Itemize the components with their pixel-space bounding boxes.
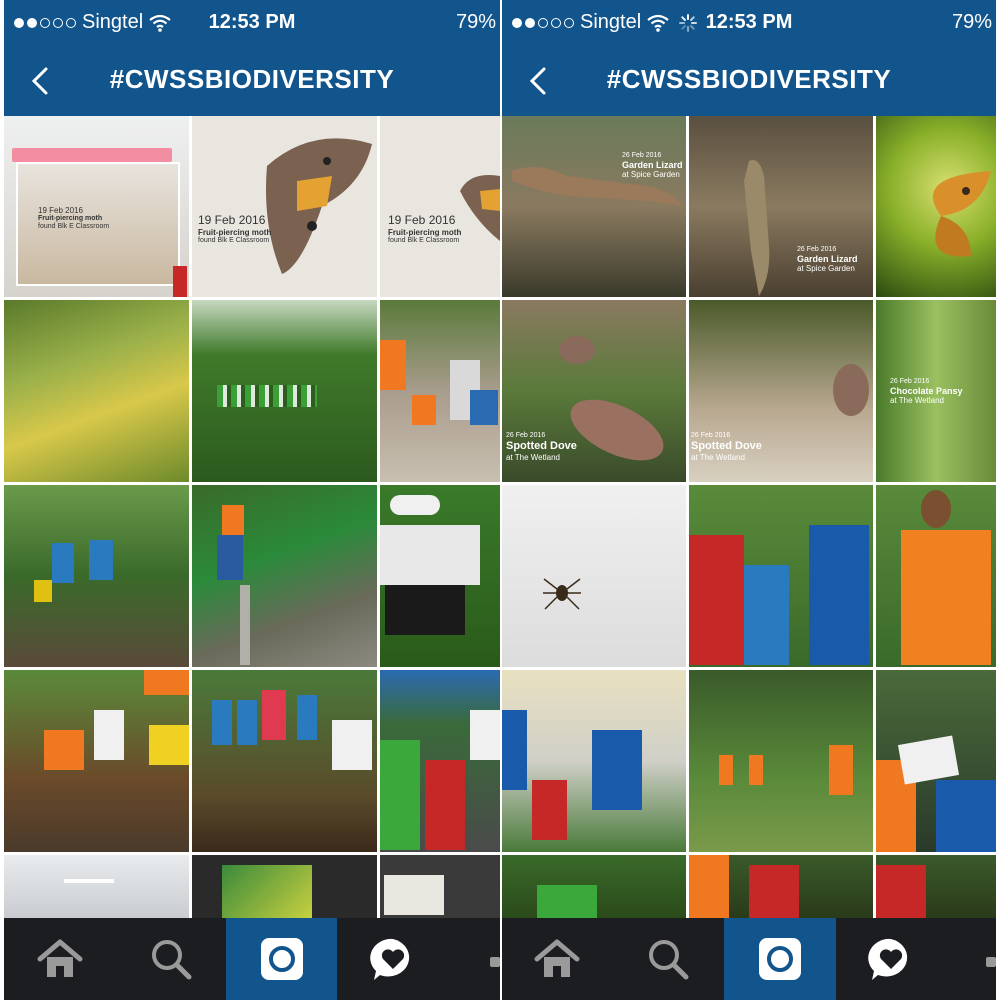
photo-caption-location: found Blk E Classroom bbox=[38, 223, 110, 231]
photo-tile[interactable] bbox=[502, 855, 686, 919]
butterfly-image bbox=[932, 171, 991, 257]
tab-activity[interactable] bbox=[836, 918, 946, 1000]
nav-bar: #CWSSBIODIVERSITY bbox=[4, 44, 500, 116]
photo-caption-date: 26 Feb 2016 bbox=[622, 152, 662, 159]
photo-tile[interactable] bbox=[192, 855, 377, 919]
tab-camera[interactable] bbox=[724, 918, 836, 1000]
tab-home[interactable] bbox=[4, 918, 115, 1000]
photo-tile[interactable]: 19 Feb 2016 Fruit-piercing moth found Bl… bbox=[380, 116, 500, 297]
tab-home[interactable] bbox=[502, 918, 612, 1000]
battery-percent: 79 bbox=[951, 11, 975, 33]
photo-tile[interactable] bbox=[192, 300, 377, 482]
battery-level: 79% bbox=[455, 11, 496, 33]
photo-tile[interactable] bbox=[502, 485, 686, 667]
photo-tile[interactable]: 26 Feb 2016 Garden Lizard at Spice Garde… bbox=[502, 116, 686, 297]
photo-caption-date: 26 Feb 2016 bbox=[890, 378, 930, 385]
photo-caption-date: 26 Feb 2016 bbox=[506, 432, 546, 439]
photo-grid: 19 Feb 2016 Fruit-piercing moth found Bl… bbox=[4, 116, 500, 919]
photo-caption-species: Spotted Dove bbox=[506, 440, 577, 453]
photo-tile[interactable] bbox=[502, 670, 686, 852]
photo-tile[interactable] bbox=[876, 485, 996, 667]
photo-tile[interactable] bbox=[192, 670, 377, 852]
photo-tile[interactable] bbox=[4, 670, 189, 852]
photo-tile[interactable] bbox=[689, 855, 873, 919]
photo-tile[interactable] bbox=[876, 116, 996, 297]
nav-bar: #CWSSBIODIVERSITY bbox=[502, 44, 996, 116]
camera-icon bbox=[759, 938, 801, 980]
tab-camera[interactable] bbox=[226, 918, 337, 1000]
profile-icon bbox=[986, 957, 996, 967]
moth-image bbox=[266, 138, 372, 274]
tab-profile[interactable] bbox=[448, 918, 500, 1000]
photo-caption-species: Spotted Dove bbox=[691, 440, 762, 453]
photo-tile[interactable] bbox=[876, 855, 996, 919]
dove-image bbox=[833, 364, 869, 416]
battery-level: 79% bbox=[951, 11, 992, 33]
activity-icon bbox=[868, 938, 908, 980]
photo-caption-species: Garden Lizard bbox=[797, 254, 858, 265]
tab-activity[interactable] bbox=[337, 918, 448, 1000]
photo-tile[interactable] bbox=[4, 485, 189, 667]
photo-caption-location: at The Wetland bbox=[890, 396, 944, 406]
status-bar: Singtel 12:53 PM 79% bbox=[502, 0, 996, 44]
status-time: 12:53 PM bbox=[705, 11, 793, 33]
photo-tile[interactable] bbox=[876, 670, 996, 852]
phone-right: Singtel 12:53 PM 79% #CWSSBIODIVERSITY 2… bbox=[502, 0, 996, 1000]
photo-caption-location: at The Wetland bbox=[506, 452, 560, 462]
hashtag-title: #CWSSBIODIVERSITY bbox=[109, 64, 395, 94]
photo-tile[interactable]: 26 Feb 2016 Garden Lizard at Spice Garde… bbox=[689, 116, 873, 297]
search-icon bbox=[649, 940, 689, 980]
photo-caption-species: Chocolate Pansy bbox=[890, 386, 963, 397]
photo-tile[interactable]: 26 Feb 2016 Spotted Dove at The Wetland bbox=[689, 300, 873, 482]
photo-tile[interactable]: 19 Feb 2016 Fruit-piercing moth found Bl… bbox=[192, 116, 377, 297]
photo-caption-location: at The Wetland bbox=[691, 452, 745, 462]
photo-tile[interactable] bbox=[380, 855, 500, 919]
home-icon bbox=[534, 939, 580, 977]
home-icon bbox=[37, 939, 82, 977]
photo-tile[interactable] bbox=[689, 485, 873, 667]
photo-tile[interactable] bbox=[380, 485, 500, 667]
hashtag-title: #CWSSBIODIVERSITY bbox=[606, 64, 892, 94]
photo-caption-date: 19 Feb 2016 bbox=[38, 206, 83, 215]
photo-caption-location: at Spice Garden bbox=[622, 170, 680, 180]
photo-tile[interactable] bbox=[4, 855, 189, 919]
photo-tile[interactable]: 19 Feb 2016 Fruit-piercing moth found Bl… bbox=[4, 116, 189, 297]
photo-caption-date: 26 Feb 2016 bbox=[691, 432, 731, 439]
search-icon bbox=[151, 940, 191, 980]
status-time: 12:53 PM bbox=[208, 11, 296, 33]
photo-tile[interactable] bbox=[4, 300, 189, 482]
photo-caption-species: Fruit-piercing moth bbox=[198, 227, 272, 237]
profile-icon bbox=[490, 957, 500, 967]
photo-tile[interactable]: 26 Feb 2016 Chocolate Pansy at The Wetla… bbox=[876, 300, 996, 482]
moth-image bbox=[460, 175, 500, 241]
phone-left: Singtel 12:53 PM 79% #CWSSBIODIVERSITY 1… bbox=[4, 0, 500, 1000]
photo-tile[interactable] bbox=[380, 300, 500, 482]
tab-search[interactable] bbox=[115, 918, 226, 1000]
tab-bar bbox=[502, 918, 996, 1000]
activity-icon bbox=[369, 938, 409, 980]
photo-tile[interactable]: 26 Feb 2016 Spotted Dove at The Wetland bbox=[502, 300, 686, 482]
photo-caption-date: 26 Feb 2016 bbox=[797, 246, 837, 253]
photo-caption-location: at Spice Garden bbox=[797, 264, 855, 274]
camera-icon bbox=[260, 938, 303, 980]
photo-caption-date: 19 Feb 2016 bbox=[198, 213, 266, 227]
tab-bar bbox=[4, 918, 500, 1000]
photo-caption-species: Fruit-piercing moth bbox=[38, 215, 103, 223]
tab-search[interactable] bbox=[612, 918, 724, 1000]
battery-percent: 79 bbox=[455, 11, 479, 33]
photo-tile[interactable] bbox=[689, 670, 873, 852]
photo-caption-location: found Blk E Classroom bbox=[198, 236, 270, 244]
photo-caption-species: Garden Lizard bbox=[622, 160, 683, 171]
photo-caption-location: found Blk E Classroom bbox=[388, 236, 460, 244]
status-bar: Singtel 12:53 PM 79% bbox=[4, 0, 500, 44]
photo-caption-species: Fruit-piercing moth bbox=[388, 227, 462, 237]
photo-grid: 26 Feb 2016 Garden Lizard at Spice Garde… bbox=[502, 116, 996, 919]
spider-image bbox=[543, 578, 581, 610]
tab-profile[interactable] bbox=[946, 918, 996, 1000]
lizard-image bbox=[744, 160, 770, 296]
photo-tile[interactable] bbox=[380, 670, 500, 852]
photo-caption-date: 19 Feb 2016 bbox=[388, 213, 456, 227]
photo-tile[interactable] bbox=[192, 485, 377, 667]
